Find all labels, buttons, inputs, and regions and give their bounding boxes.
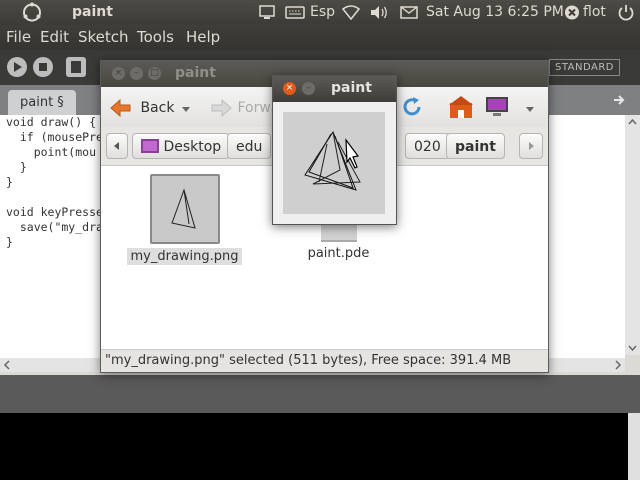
code-line: void draw() { [6, 115, 97, 129]
image-preview-window: × – paint [272, 75, 397, 225]
code-line: if (mousePre [6, 130, 103, 144]
status-text: "my_drawing.png" selected (511 bytes), F… [105, 353, 512, 368]
user-name[interactable]: flot [583, 0, 606, 25]
console-scrollbar[interactable] [628, 413, 640, 480]
code-line: void keyPresse [6, 205, 103, 219]
path-crumb-desktop-label: Desktop [163, 139, 222, 155]
close-window-button[interactable]: × [283, 82, 296, 95]
menu-file[interactable]: File [6, 25, 31, 50]
keyboard-icon[interactable] [285, 0, 305, 25]
path-scroll-left-button[interactable] [106, 133, 128, 159]
file-name: my_drawing.png [127, 248, 242, 265]
keyboard-layout[interactable]: Esp [310, 0, 335, 25]
code-line: } [6, 235, 13, 249]
power-icon[interactable] [617, 0, 635, 25]
tab-paint[interactable]: paint § [8, 90, 76, 115]
editor-vertical-scrollbar[interactable] [625, 115, 640, 355]
code-line: } [6, 160, 27, 174]
close-circle-icon[interactable] [563, 0, 581, 25]
code-line: point(mou [6, 145, 97, 159]
back-history-dropdown-icon[interactable] [181, 103, 191, 118]
image-thumbnail [149, 174, 220, 244]
image-preview-title: paint [331, 80, 372, 96]
top-panel: paint Esp Sat Aug 13 6:25 PM flot [0, 0, 640, 25]
path-scroll-right-button[interactable] [519, 133, 543, 159]
path-crumb-edu[interactable]: edu [227, 133, 272, 159]
forward-button[interactable]: Forwa [209, 97, 279, 119]
image-preview [283, 112, 385, 214]
mail-icon[interactable] [400, 0, 418, 25]
message-area [0, 375, 640, 413]
back-button[interactable]: Back [109, 97, 174, 119]
ubuntu-logo-icon[interactable] [22, 0, 42, 25]
wifi-icon[interactable] [341, 0, 361, 25]
new-button[interactable] [66, 57, 86, 77]
minimize-window-button[interactable]: – [302, 82, 315, 95]
cursor-icon [345, 138, 360, 169]
status-bar: "my_drawing.png" selected (511 bytes), F… [101, 349, 548, 372]
mode-badge[interactable]: STANDARD [548, 59, 620, 76]
home-icon[interactable] [448, 95, 474, 123]
image-preview-titlebar[interactable]: × – paint [273, 76, 396, 102]
close-window-button[interactable]: × [112, 67, 125, 80]
menu-edit[interactable]: Edit [40, 25, 69, 50]
volume-icon[interactable] [369, 0, 389, 25]
file-manager-title: paint [175, 65, 216, 81]
file-item[interactable]: my_drawing.png [127, 174, 242, 265]
reload-icon[interactable] [400, 95, 424, 123]
view-menu-dropdown-icon[interactable] [525, 103, 535, 118]
active-app-name: paint [72, 4, 113, 20]
display-icon[interactable] [259, 0, 275, 25]
menu-tools[interactable]: Tools [137, 25, 174, 50]
clock[interactable]: Sat Aug 13 6:25 PM [426, 0, 564, 25]
code-line: save("my_dra [6, 220, 103, 234]
path-crumb-paint[interactable]: paint [446, 133, 505, 159]
path-crumb-desktop[interactable]: Desktop [132, 133, 231, 159]
run-button[interactable] [7, 57, 27, 77]
maximize-window-button[interactable]: □ [148, 67, 161, 80]
tab-menu-arrow-icon[interactable] [612, 93, 626, 107]
menubar: File Edit Sketch Tools Help [0, 25, 640, 50]
console-area[interactable] [0, 413, 628, 480]
code-line: } [6, 175, 13, 189]
stop-button[interactable] [33, 57, 53, 77]
menu-help[interactable]: Help [186, 25, 220, 50]
minimize-window-button[interactable]: – [130, 67, 143, 80]
path-crumb-020[interactable]: 020 [405, 133, 450, 159]
menu-sketch[interactable]: Sketch [78, 25, 129, 50]
back-label: Back [140, 100, 175, 116]
computer-icon[interactable] [484, 95, 510, 123]
file-name: paint.pde [307, 246, 370, 261]
